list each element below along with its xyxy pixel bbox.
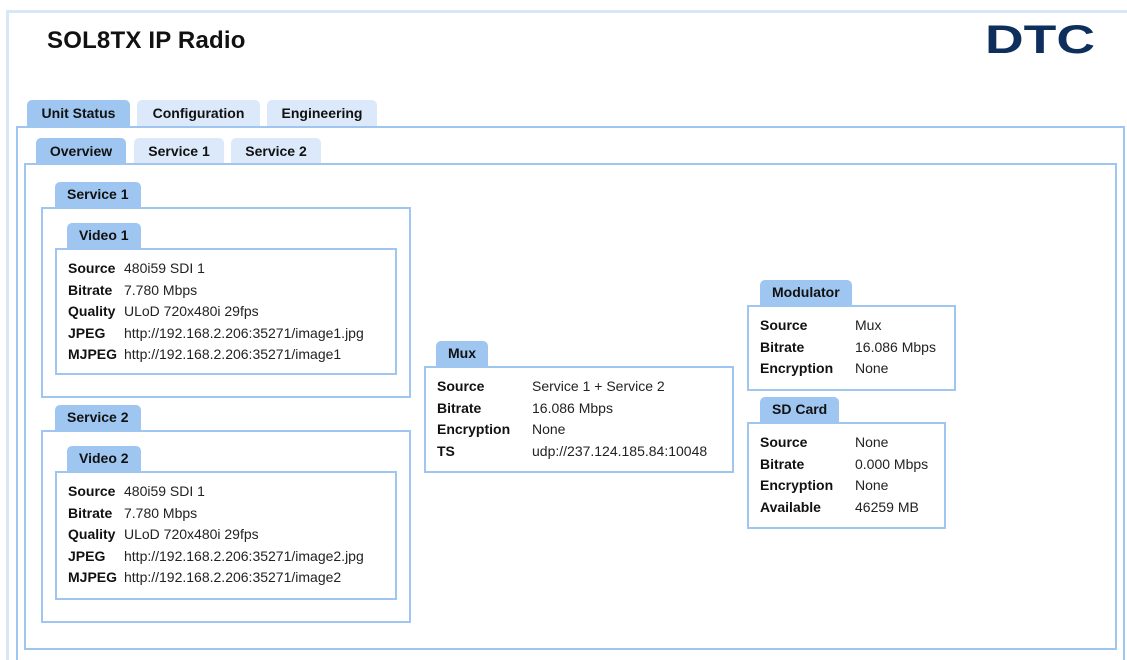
encryption-value: None xyxy=(855,477,889,493)
modulator-heading: Modulator xyxy=(760,280,852,305)
source-label: Source xyxy=(437,378,485,394)
tab-service-1[interactable]: Service 1 xyxy=(134,138,224,164)
source-value: Service 1 + Service 2 xyxy=(532,378,665,394)
encryption-value: None xyxy=(532,421,566,437)
source-label: Source xyxy=(68,260,116,276)
bitrate-label: Bitrate xyxy=(68,504,113,521)
tab-engineering[interactable]: Engineering xyxy=(267,100,377,126)
ts-label: TS xyxy=(437,442,455,459)
tab-unit-status[interactable]: Unit Status xyxy=(27,100,130,126)
available-value: 46259 MB xyxy=(855,498,919,515)
jpeg-label: JPEG xyxy=(68,547,106,564)
source-value: Mux xyxy=(855,317,882,333)
bitrate-value: 16.086 Mbps xyxy=(855,338,936,355)
video-2-heading: Video 2 xyxy=(67,446,141,471)
jpeg-label: JPEG xyxy=(68,324,106,341)
bitrate-value: 7.780 Mbps xyxy=(124,504,198,521)
modulator-details: Source Mux Bitrate 16.086 Mbps Encryption N… xyxy=(760,315,936,380)
jpeg-url: http://192.168.2.206:35271/image1.jpg xyxy=(124,324,364,341)
encryption-label: Encryption xyxy=(760,477,834,493)
source-label: Source xyxy=(68,483,116,499)
tab-configuration[interactable]: Configuration xyxy=(137,100,260,126)
video-1-details: Source 480i59 SDI 1 Bitrate 7.780 Mbps Qua… xyxy=(68,258,364,366)
service-1-heading: Service 1 xyxy=(55,182,141,207)
ts-value: udp://237.124.185.84:10048 xyxy=(532,442,708,459)
source-value: 480i59 SDI 1 xyxy=(124,260,205,276)
encryption-label: Encryption xyxy=(760,360,834,376)
tab-overview[interactable]: Overview xyxy=(36,138,126,164)
sd-card-details: Source None Bitrate 0.000 Mbps Encryption N… xyxy=(760,432,928,518)
mjpeg-url: http://192.168.2.206:35271/image2 xyxy=(124,569,342,585)
quality-label: Quality xyxy=(68,303,116,319)
mux-heading: Mux xyxy=(436,341,488,366)
sd-card-heading: SD Card xyxy=(760,397,840,422)
bitrate-label: Bitrate xyxy=(760,455,805,472)
bitrate-value: 7.780 Mbps xyxy=(124,281,198,298)
bitrate-value: 16.086 Mbps xyxy=(532,399,613,416)
tab-service-2[interactable]: Service 2 xyxy=(231,138,321,164)
quality-value: ULoD 720x480i 29fps xyxy=(124,303,259,319)
quality-value: ULoD 720x480i 29fps xyxy=(124,526,259,542)
dtc-logo: DTC xyxy=(985,22,1095,58)
page-title: SOL8TX IP Radio xyxy=(47,27,246,54)
source-label: Source xyxy=(760,434,808,450)
quality-label: Quality xyxy=(68,526,116,542)
logo-text: DTC xyxy=(985,22,1095,58)
service-2-heading: Service 2 xyxy=(55,405,141,430)
mjpeg-url: http://192.168.2.206:35271/image1 xyxy=(124,346,342,362)
video-1-heading: Video 1 xyxy=(67,223,141,248)
bitrate-label: Bitrate xyxy=(760,338,805,355)
mjpeg-label: MJPEG xyxy=(68,569,118,585)
video-2-details: Source 480i59 SDI 1 Bitrate 7.780 Mbps Qua… xyxy=(68,481,364,589)
mjpeg-label: MJPEG xyxy=(68,346,118,362)
bitrate-label: Bitrate xyxy=(437,399,482,416)
bitrate-value: 0.000 Mbps xyxy=(855,455,929,472)
source-value: 480i59 SDI 1 xyxy=(124,483,205,499)
source-value: None xyxy=(855,434,889,450)
encryption-label: Encryption xyxy=(437,421,511,437)
mux-details: Source Service 1 + Service 2 Bitrate 16.08… xyxy=(437,376,707,462)
source-label: Source xyxy=(760,317,808,333)
encryption-value: None xyxy=(855,360,889,376)
available-label: Available xyxy=(760,498,821,515)
bitrate-label: Bitrate xyxy=(68,281,113,298)
jpeg-url: http://192.168.2.206:35271/image2.jpg xyxy=(124,547,364,564)
